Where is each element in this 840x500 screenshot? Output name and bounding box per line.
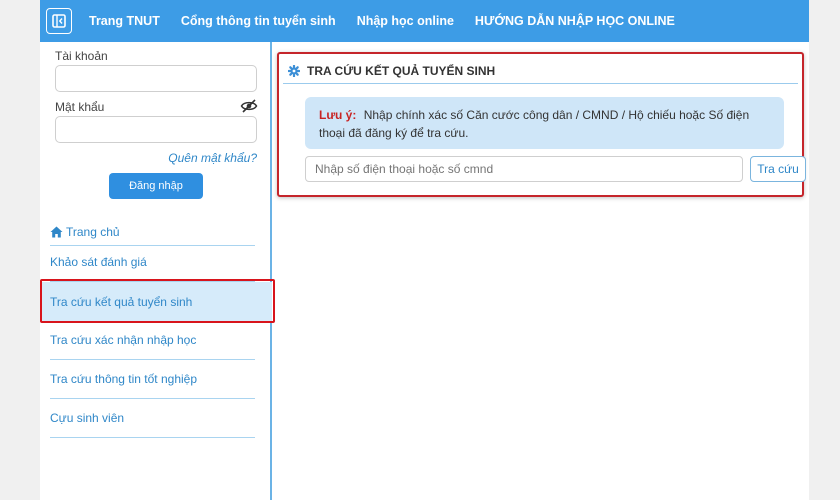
sidebar-item-label: Cựu sinh viên: [50, 411, 125, 425]
gear-icon: [288, 65, 300, 77]
sidebar-item-label: Tra cứu xác nhận nhập học: [50, 333, 197, 347]
notice-label: Lưu ý:: [319, 108, 357, 122]
nav-link-huong-dan[interactable]: HƯỚNG DẪN NHẬP HỌC ONLINE: [475, 14, 675, 28]
notice-text: Nhập chính xác số Căn cước công dân / CM…: [319, 108, 750, 140]
highlight-box-menu: [40, 279, 275, 323]
app-frame: Trang TNUT Cổng thông tin tuyển sinh Nhậ…: [40, 0, 809, 500]
nav-link-cong-thong-tin[interactable]: Cổng thông tin tuyển sinh: [181, 14, 336, 28]
sidebar: Tài khoản Mật khẩu Quên mật khẩu? Đăng n…: [40, 42, 275, 500]
forgot-password-link[interactable]: Quên mật khẩu?: [168, 151, 257, 165]
panel-divider: [283, 83, 798, 84]
account-label: Tài khoản: [55, 49, 108, 63]
sidebar-item-home[interactable]: Trang chủ: [50, 218, 255, 246]
sidebar-item-khao-sat[interactable]: Khảo sát đánh giá: [50, 243, 255, 282]
sidebar-item-label: Khảo sát đánh giá: [50, 255, 147, 269]
notice-box: Lưu ý: Nhập chính xác số Căn cước công d…: [305, 97, 784, 149]
sidebar-item-label: Tra cứu thông tin tốt nghiệp: [50, 372, 198, 386]
sidebar-item-xac-nhan-nhap-hoc[interactable]: Tra cứu xác nhận nhập học: [50, 321, 255, 360]
sidebar-collapse-icon: [52, 14, 66, 28]
login-button[interactable]: Đăng nhập: [109, 173, 203, 199]
password-input[interactable]: [55, 116, 257, 143]
sidebar-item-cuu-sinh-vien[interactable]: Cựu sinh viên: [50, 399, 255, 438]
nav-link-trang-tnut[interactable]: Trang TNUT: [89, 14, 160, 28]
lookup-button[interactable]: Tra cứu: [750, 156, 806, 182]
eye-slash-icon[interactable]: [240, 99, 258, 113]
panel-header: TRA CỨU KẾT QUẢ TUYỂN SINH: [288, 63, 495, 79]
account-input[interactable]: [55, 65, 257, 92]
sidebar-toggle-button[interactable]: [46, 8, 72, 34]
lookup-input[interactable]: [305, 156, 743, 182]
top-navbar: Trang TNUT Cổng thông tin tuyển sinh Nhậ…: [40, 0, 809, 42]
nav-link-nhap-hoc-online[interactable]: Nhập học online: [357, 14, 454, 28]
nav-links: Trang TNUT Cổng thông tin tuyển sinh Nhậ…: [89, 0, 696, 42]
home-icon: [50, 226, 63, 237]
panel-title: TRA CỨU KẾT QUẢ TUYỂN SINH: [307, 64, 496, 78]
sidebar-item-label: Trang chủ: [66, 224, 120, 239]
lookup-panel: TRA CỨU KẾT QUẢ TUYỂN SINH Lưu ý: Nhập c…: [277, 52, 806, 197]
password-label: Mật khẩu: [55, 100, 105, 114]
sidebar-item-thong-tin-tot-nghiep[interactable]: Tra cứu thông tin tốt nghiệp: [50, 360, 255, 399]
